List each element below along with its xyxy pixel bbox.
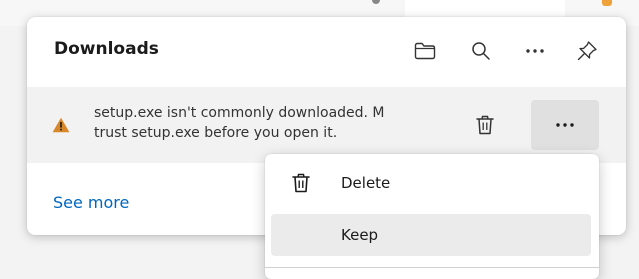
menu-item-delete-label: Delete — [341, 174, 391, 192]
pin-downloads-button[interactable] — [571, 35, 603, 67]
download-item[interactable]: setup.exe isn't commonly downloaded. M t… — [27, 87, 626, 163]
downloads-title: Downloads — [54, 39, 159, 59]
downloads-more-options-button[interactable] — [519, 35, 551, 67]
warning-message-line-2: trust setup.exe before you open it. — [94, 125, 338, 141]
more-horizontal-icon — [526, 49, 544, 53]
see-more-link[interactable]: See more — [53, 193, 129, 212]
download-warning-message: setup.exe isn't commonly downloaded. M t… — [94, 103, 444, 143]
menu-item-keep[interactable]: Keep — [271, 214, 591, 256]
downloads-badge — [602, 0, 612, 6]
download-more-actions-button[interactable] — [531, 100, 599, 150]
search-icon — [472, 42, 490, 60]
delete-download-button[interactable] — [471, 111, 499, 139]
pin-icon — [577, 41, 597, 61]
trash-icon — [292, 173, 310, 193]
warning-message-line-1: setup.exe isn't commonly downloaded. M — [94, 105, 385, 121]
downloads-header: Downloads — [27, 17, 626, 87]
folder-icon — [414, 42, 436, 60]
menu-separator — [265, 267, 599, 268]
search-downloads-button[interactable] — [465, 35, 497, 67]
chrome-indicator — [372, 0, 380, 4]
trash-icon — [476, 115, 494, 135]
menu-item-keep-label: Keep — [341, 226, 379, 244]
download-context-menu: Delete Keep — [265, 154, 599, 279]
warning-triangle-icon — [52, 117, 70, 133]
text-fade — [422, 103, 444, 125]
more-horizontal-icon — [556, 123, 574, 127]
menu-item-delete[interactable]: Delete — [271, 162, 591, 204]
open-downloads-folder-button[interactable] — [409, 35, 441, 67]
